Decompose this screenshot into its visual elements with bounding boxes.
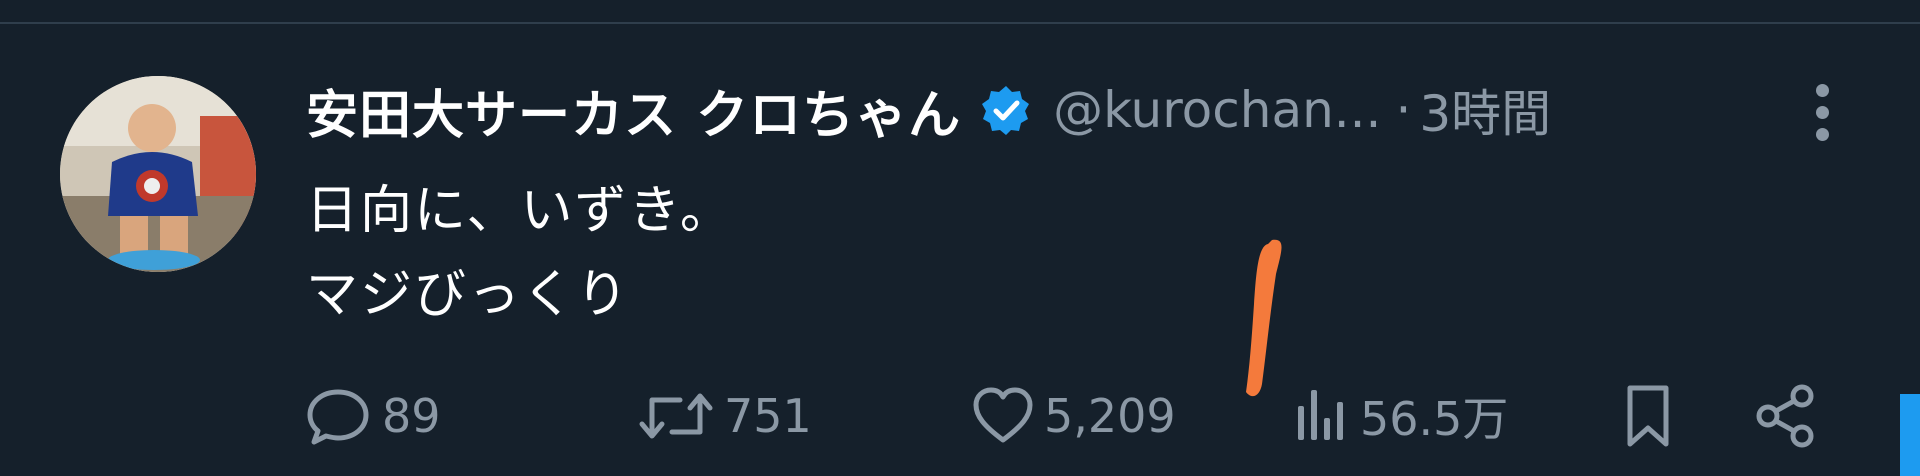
retweet-icon bbox=[639, 393, 713, 439]
separator-dot: · bbox=[1395, 81, 1412, 139]
retweet-count: 751 bbox=[724, 389, 812, 443]
avatar-photo bbox=[60, 76, 256, 272]
share-icon bbox=[1756, 384, 1814, 448]
views-chart-icon bbox=[1298, 390, 1343, 440]
like-count: 5,209 bbox=[1044, 389, 1176, 443]
bookmark-icon bbox=[1627, 385, 1669, 447]
avatar[interactable] bbox=[60, 76, 256, 272]
reply-bubble-icon bbox=[307, 389, 369, 445]
tweet-actions-bar: 89 751 5,209 56.5万 bbox=[0, 376, 1920, 456]
verified-badge-icon bbox=[979, 83, 1033, 137]
top-divider bbox=[0, 22, 1920, 24]
tweet-text-line-1: 日向に、いずき。 bbox=[306, 181, 734, 241]
heart-icon bbox=[973, 387, 1033, 443]
tweet-text-line-2: マジびっくり bbox=[306, 265, 631, 325]
display-name[interactable]: 安田大サーカス クロちゃん bbox=[306, 73, 961, 148]
like-button[interactable]: 5,209 bbox=[970, 376, 1176, 456]
edge-scroll-indicator bbox=[1900, 394, 1920, 476]
views-count: 56.5万 bbox=[1360, 392, 1509, 446]
timestamp[interactable]: 3時間 bbox=[1419, 74, 1551, 146]
bookmark-button[interactable] bbox=[1618, 376, 1678, 456]
views-button[interactable]: 56.5万 bbox=[1288, 376, 1508, 456]
retweet-button[interactable]: 751 bbox=[636, 376, 812, 456]
handle[interactable]: @kurochan... bbox=[1053, 81, 1381, 139]
reply-button[interactable]: 89 bbox=[306, 376, 441, 456]
tweet-header: 安田大サーカス クロちゃん @kurochan... · 3時間 bbox=[306, 70, 1551, 150]
share-button[interactable] bbox=[1752, 376, 1820, 456]
reply-count: 89 bbox=[382, 389, 441, 443]
more-vertical-icon[interactable] bbox=[1808, 84, 1836, 144]
